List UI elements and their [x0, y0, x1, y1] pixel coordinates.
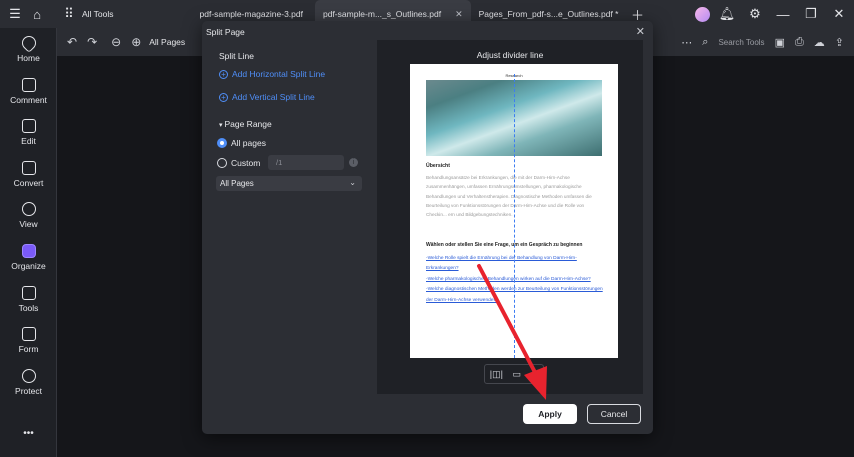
sidebar-item-edit[interactable]: Edit: [0, 119, 57, 146]
tab-label: pdf-sample-m..._s_Outlines.pdf: [322, 9, 442, 19]
vertical-split-icon[interactable]: |◫|: [490, 369, 503, 380]
sidebar-item-label: Organize: [11, 261, 46, 271]
add-horizontal-split-button[interactable]: + Add Horizontal Split Line: [219, 69, 325, 79]
page-subset-select[interactable]: All Pages ⌄: [216, 176, 362, 191]
reset-icon[interactable]: ↺: [531, 369, 539, 380]
page-view-label[interactable]: All Pages: [149, 37, 185, 47]
convert-icon: [21, 161, 36, 175]
horizontal-split-icon[interactable]: ▭: [513, 369, 522, 380]
sidebar-item-label: Protect: [15, 386, 42, 396]
page-thumbnail: Research Übersicht Behandlungsansätze be…: [410, 64, 618, 358]
sidebar-item-label: Comment: [10, 95, 47, 105]
sidebar-item-label: Edit: [21, 136, 36, 146]
close-tab-icon[interactable]: ✕: [455, 9, 463, 20]
toolbar-right: ⋯ ⌕ Search Tools ▣ ⎙ ☁ ⇪: [681, 28, 844, 56]
all-pages-radio[interactable]: All pages: [217, 138, 266, 148]
dialog-title: Split Page: [206, 27, 245, 37]
more-button[interactable]: •••: [0, 428, 57, 439]
all-tools-label: All Tools: [82, 9, 114, 19]
home-icon[interactable]: ⌂: [26, 0, 48, 28]
vertical-divider-line[interactable]: [514, 74, 515, 358]
page-link[interactable]: -Welche Rolle spielt die Ernährung bei d…: [426, 254, 604, 275]
custom-range-input[interactable]: /1: [268, 155, 344, 170]
more-icon[interactable]: ⋯: [681, 36, 692, 49]
page-question: Wählen oder stellen Sie eine Frage, um e…: [426, 242, 583, 248]
page-link[interactable]: -Welche diagnostischen Methoden werden z…: [426, 285, 604, 306]
form-icon: [21, 327, 36, 341]
grid-icon[interactable]: ⠿: [58, 0, 80, 28]
sidebar: Home Comment Edit Convert View Organize …: [0, 28, 57, 457]
comment-icon: [21, 78, 36, 92]
sidebar-item-form[interactable]: Form: [0, 327, 57, 354]
share-icon[interactable]: ⇪: [835, 36, 844, 49]
redo-icon[interactable]: ↷: [87, 35, 97, 49]
page-range-label: Page Range: [224, 119, 272, 129]
apply-button[interactable]: Apply: [523, 404, 577, 424]
cloud-upload-icon[interactable]: ☁: [814, 36, 825, 49]
search-icon[interactable]: ⌕: [702, 36, 708, 49]
save-icon[interactable]: ▣: [775, 36, 785, 49]
bell-icon[interactable]: 🔔︎: [716, 0, 738, 28]
sidebar-item-label: Form: [18, 344, 39, 354]
sidebar-item-label: Home: [17, 53, 40, 63]
menu-icon[interactable]: ☰: [4, 0, 26, 28]
edit-icon: [21, 119, 36, 133]
window-controls: 🔔︎ ⚙ — ❐ ✕: [695, 0, 850, 28]
custom-radio[interactable]: Custom: [217, 158, 260, 168]
radio-checked: [217, 138, 227, 148]
add-vertical-label: Add Vertical Split Line: [232, 92, 315, 102]
toolbox-icon: [21, 286, 36, 300]
print-icon[interactable]: ⎙: [795, 36, 804, 49]
rocket-icon: [18, 33, 39, 53]
cancel-button[interactable]: Cancel: [587, 404, 641, 424]
sidebar-item-home[interactable]: Home: [0, 33, 57, 63]
shield-icon: [21, 369, 36, 383]
avatar[interactable]: [695, 6, 710, 22]
page-links: -Welche Rolle spielt die Ernährung bei d…: [426, 254, 604, 306]
page-range-heading[interactable]: ▾ Page Range: [219, 119, 272, 129]
close-window-icon[interactable]: ✕: [828, 0, 850, 28]
sidebar-item-label: View: [19, 219, 38, 229]
eye-icon: [21, 202, 36, 216]
sidebar-item-protect[interactable]: Protect: [0, 369, 57, 396]
minimize-icon[interactable]: —: [772, 0, 794, 28]
all-tools-tab[interactable]: All Tools: [80, 0, 122, 28]
undo-icon[interactable]: ↶: [67, 35, 77, 49]
custom-label: Custom: [231, 158, 261, 168]
sidebar-item-organize[interactable]: Organize: [0, 244, 57, 271]
split-controls: |◫| ▭ ↺: [484, 364, 544, 384]
page-heading: Übersicht: [426, 163, 450, 169]
close-icon[interactable]: ✕: [636, 25, 645, 38]
preview-title: Adjust divider line: [476, 50, 544, 60]
tab-label: pdf-sample-magazine-3.pdf: [199, 9, 303, 19]
zoom-in-icon[interactable]: ⊕: [131, 35, 141, 49]
sidebar-item-convert[interactable]: Convert: [0, 161, 57, 188]
split-page-dialog: Split Page ✕ Split Line + Add Horizontal …: [202, 21, 653, 434]
tab-label: Pages_From_pdf-s...e_Outlines.pdf *: [478, 9, 619, 19]
sidebar-item-view[interactable]: View: [0, 202, 57, 229]
sidebar-item-label: Tools: [18, 303, 39, 313]
info-icon[interactable]: i: [349, 158, 358, 167]
all-pages-label: All pages: [231, 138, 266, 148]
plus-icon: +: [219, 69, 228, 79]
zoom-out-icon[interactable]: ⊖: [111, 35, 121, 49]
search-tools-input[interactable]: Search Tools: [718, 38, 764, 47]
add-horizontal-label: Add Horizontal Split Line: [232, 69, 326, 79]
chevron-down-icon: ⌄: [349, 178, 356, 187]
plus-icon: +: [219, 92, 228, 102]
radio-unchecked: [217, 158, 227, 168]
preview-panel: Adjust divider line Research Übersicht B…: [377, 40, 643, 394]
page-link[interactable]: -Welche pharmakologischen Behandlungen w…: [426, 275, 604, 285]
split-line-heading: Split Line: [219, 51, 254, 61]
add-vertical-split-button[interactable]: + Add Vertical Split Line: [219, 92, 315, 102]
sidebar-item-comment[interactable]: Comment: [0, 78, 57, 105]
sidebar-item-tools[interactable]: Tools: [0, 286, 57, 313]
organize-icon: [21, 244, 36, 258]
select-value: All Pages: [220, 179, 254, 188]
sidebar-item-label: Convert: [13, 178, 44, 188]
gear-icon[interactable]: ⚙: [744, 0, 766, 28]
restore-icon[interactable]: ❐: [800, 0, 822, 28]
